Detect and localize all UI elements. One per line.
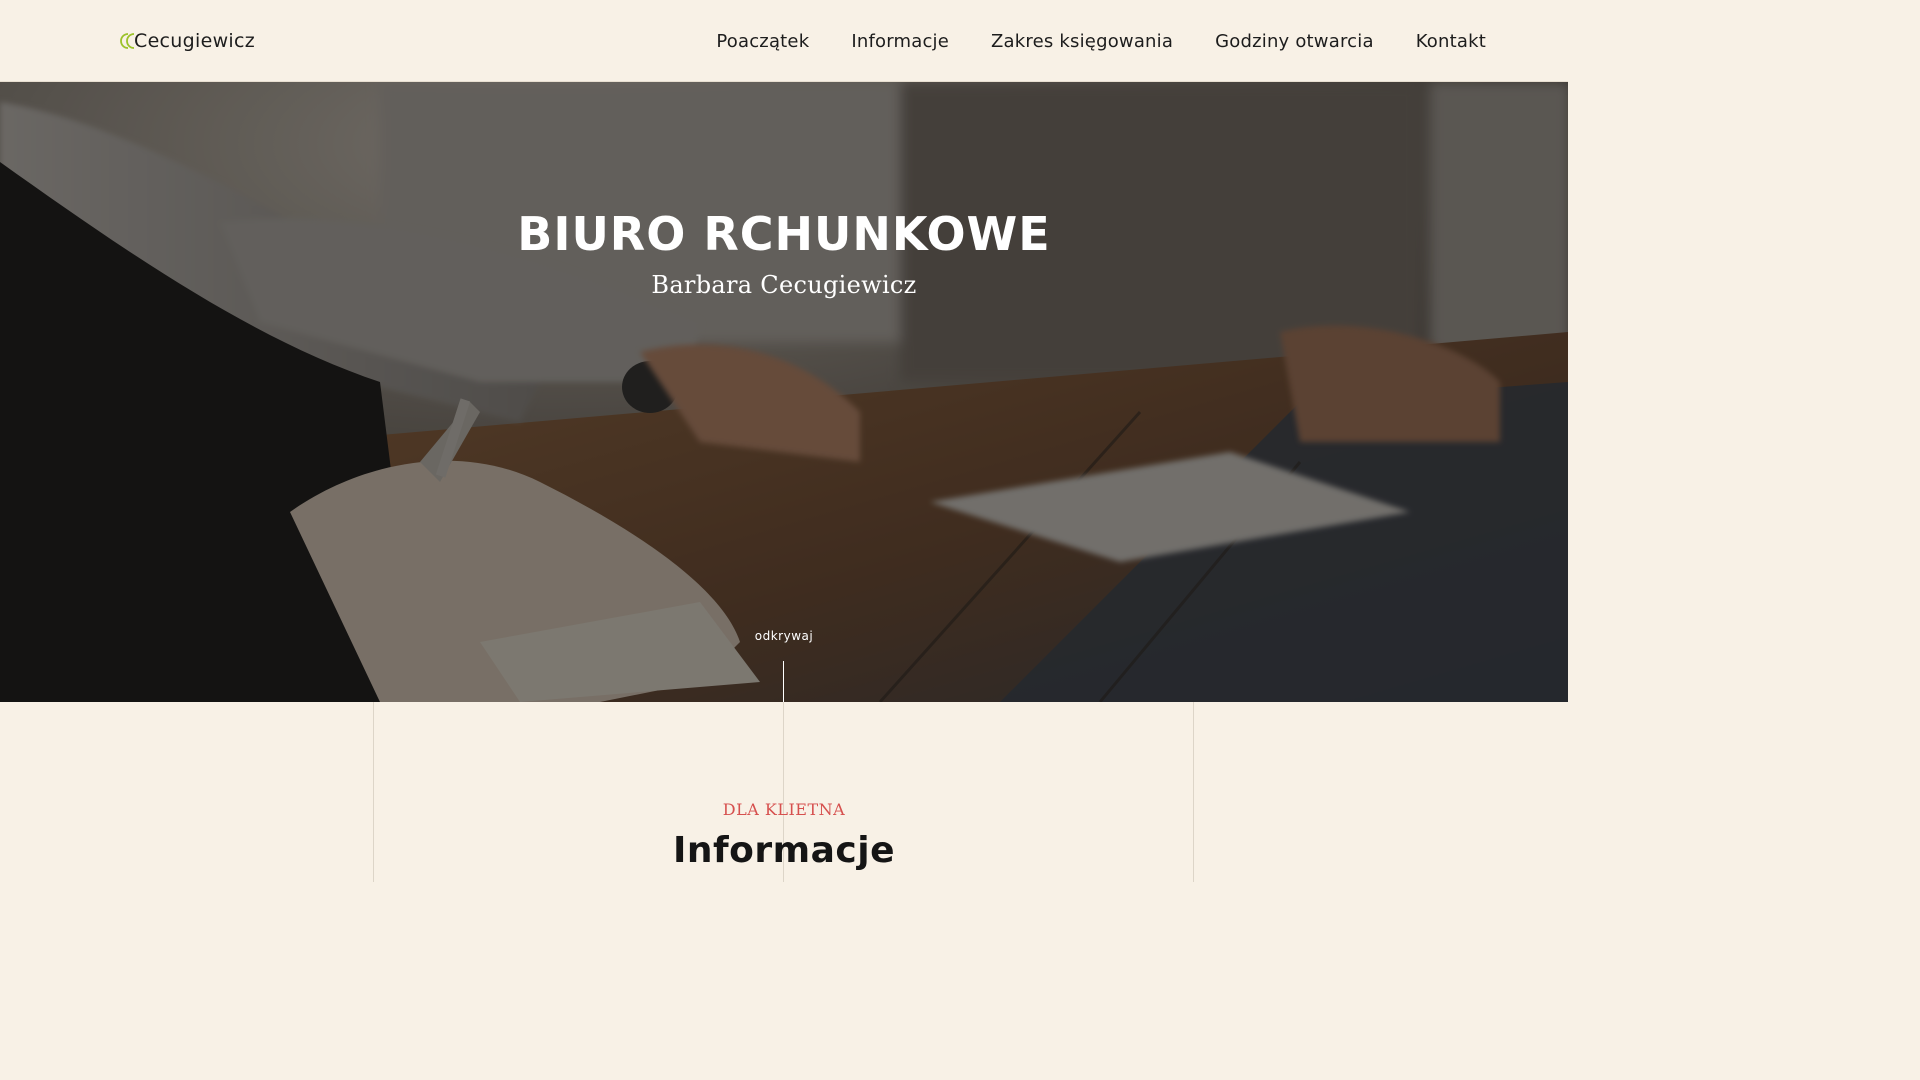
section-title: Informacje (672, 830, 896, 871)
site-logo[interactable]: Cecugiewicz (117, 28, 255, 54)
nav-item-kontakt[interactable]: Kontakt (1416, 30, 1486, 54)
info-section: DLA KLIETNA Informacje (0, 702, 1568, 882)
nav-item-zakres-ksiegowania[interactable]: Zakres księgowania (991, 30, 1173, 54)
main-nav: Poaczątek Informacje Zakres księgowania … (716, 30, 1486, 54)
discover-link[interactable]: odkrywaj (0, 629, 1568, 643)
logo-text: Cecugiewicz (134, 30, 256, 52)
hero-section: BIURO RCHUNKOWE Barbara Cecugiewicz odkr… (0, 82, 1568, 702)
scroll-indicator-line (783, 661, 784, 702)
hero-title: BIURO RCHUNKOWE (517, 207, 1051, 261)
hero-overlay (0, 82, 1568, 702)
section-eyebrow: DLA KLIETNA (722, 800, 846, 819)
hero-subtitle: Barbara Cecugiewicz (651, 271, 917, 299)
nav-item-poczatek[interactable]: Poaczątek (716, 30, 809, 54)
nav-item-informacje[interactable]: Informacje (851, 30, 949, 54)
site-header: Cecugiewicz Poaczątek Informacje Zakres … (0, 0, 1568, 82)
nav-item-godziny-otwarcia[interactable]: Godziny otwarcia (1215, 30, 1374, 54)
